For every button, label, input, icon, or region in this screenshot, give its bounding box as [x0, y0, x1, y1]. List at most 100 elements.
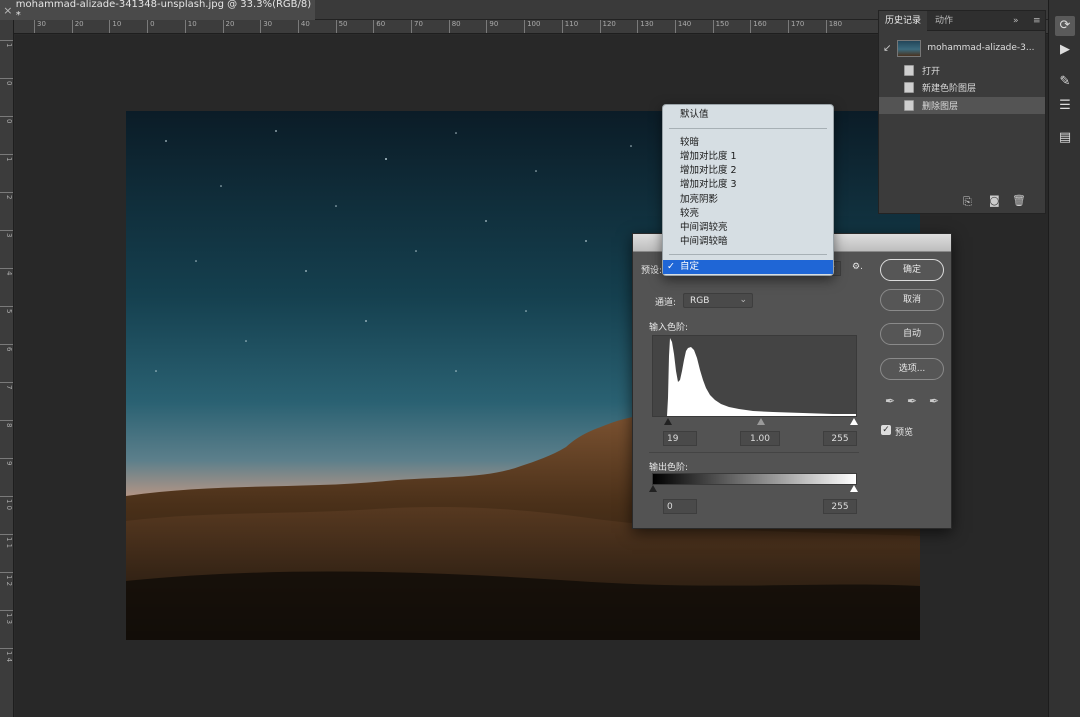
input-white-field[interactable]: 255	[823, 431, 857, 446]
ruler-tick-label: 150	[712, 20, 729, 33]
ruler-tick-label: 160	[750, 20, 767, 33]
menu-item[interactable]: 较亮	[663, 207, 833, 221]
ruler-tick-label: 1	[0, 154, 13, 161]
ruler-tick-label: 30	[260, 20, 272, 33]
properties-icon[interactable]: ▤	[1055, 128, 1075, 148]
vertical-ruler[interactable]: 1001234567891 01 11 21 31 4	[0, 20, 14, 717]
ruler-tick-label: 10	[184, 20, 197, 33]
ruler-tick-label: 130	[637, 20, 654, 33]
trash-icon[interactable]: 🗑	[1012, 194, 1026, 207]
channel-label: 通道:	[655, 298, 677, 308]
ruler-tick-label: 2	[0, 192, 13, 199]
play-icon[interactable]: ▶	[1055, 40, 1075, 60]
ruler-tick-label: 1 1	[0, 534, 13, 548]
output-gradient-bar	[652, 473, 857, 485]
output-levels-label: 输出色阶:	[649, 463, 689, 473]
history-panel-tabs: 历史记录 动作 » ≡	[879, 11, 1045, 31]
panel-expand-icon[interactable]: »	[1007, 11, 1025, 31]
history-state-icon	[904, 100, 914, 111]
ruler-tick-label: 180	[825, 20, 842, 33]
right-dock-toolbar: ⟳ ▶ ✎ ☰ ▤	[1048, 0, 1080, 717]
options-button[interactable]: 选项...	[880, 358, 944, 380]
menu-item[interactable]: 加亮阴影	[663, 193, 833, 207]
menu-item[interactable]: 增加对比度 2	[663, 164, 833, 178]
channel-select[interactable]: RGB ⌄	[683, 293, 753, 308]
camera-icon[interactable]: ◙	[989, 194, 1000, 207]
ruler-tick-label: 20	[222, 20, 234, 33]
white-eyedropper-icon[interactable]: ✒	[929, 394, 939, 408]
ruler-tick-label: 30	[34, 20, 46, 33]
ruler-tick-label: 50	[335, 20, 348, 33]
history-brush-source-icon[interactable]: ↙	[883, 43, 891, 54]
ruler-tick-label: 20	[71, 20, 84, 33]
chevron-down-icon: ⌄	[739, 295, 747, 305]
levels-dialog: 预设: ⌄ ⚙. 通道: RGB ⌄ 输入色阶: 19 1.00 255 输出色…	[632, 233, 952, 529]
levels-histogram	[652, 335, 857, 417]
preview-checkbox[interactable]: ✓	[881, 425, 891, 435]
snapshot-label: mohammad-alizade-3...	[927, 43, 1035, 53]
ok-button[interactable]: 确定	[880, 259, 944, 281]
menu-separator	[669, 128, 827, 129]
ruler-tick-label: 5	[0, 306, 13, 313]
ruler-tick-label: 170	[788, 20, 804, 33]
menu-item-default[interactable]: 默认值	[663, 108, 833, 122]
input-black-slider[interactable]	[664, 418, 672, 425]
ruler-tick-label: 1 3	[0, 610, 13, 624]
input-gamma-field[interactable]: 1.00	[740, 431, 780, 446]
black-eyedropper-icon[interactable]: ✒	[885, 394, 895, 408]
cancel-button[interactable]: 取消	[880, 289, 944, 311]
tab-actions[interactable]: 动作	[929, 11, 959, 31]
history-state-icon	[904, 82, 914, 93]
histogram-graph	[667, 338, 856, 416]
ruler-tick-label: 1 4	[0, 648, 13, 662]
ruler-tick-label: 4	[0, 268, 13, 275]
ruler-tick-label: 90	[486, 20, 498, 33]
output-white-slider[interactable]	[850, 485, 858, 492]
history-state[interactable]: 打开	[879, 62, 1045, 79]
menu-item[interactable]: 增加对比度 1	[663, 150, 833, 164]
gear-icon[interactable]: ⚙.	[852, 262, 863, 272]
preview-label: 预览	[895, 428, 914, 438]
menu-separator	[669, 254, 827, 255]
ruler-tick-label: 110	[561, 20, 578, 33]
gray-eyedropper-icon[interactable]: ✒	[907, 394, 917, 408]
input-gamma-slider[interactable]	[757, 418, 765, 425]
history-state[interactable]: 新建色阶图层	[879, 79, 1045, 96]
ruler-tick-label: 120	[599, 20, 616, 33]
ruler-tick-label: 80	[448, 20, 461, 33]
input-white-slider[interactable]	[850, 418, 858, 425]
ruler-tick-label: 3	[0, 230, 13, 237]
menu-item[interactable]: 中间调较亮	[663, 221, 833, 235]
output-black-slider[interactable]	[649, 485, 657, 492]
ruler-tick-label: 60	[373, 20, 385, 33]
tab-history[interactable]: 历史记录	[879, 11, 928, 31]
document-tab[interactable]: × mohammad-alizade-341348-unsplash.jpg @…	[0, 0, 315, 21]
menu-item[interactable]: 中间调较暗	[663, 235, 833, 249]
brush-tool-icon[interactable]: ✎	[1055, 72, 1075, 92]
history-state-selected[interactable]: 删除图层	[879, 97, 1045, 114]
snapshot-thumbnail	[897, 39, 922, 57]
adjustments-icon[interactable]: ☰	[1055, 96, 1075, 116]
output-black-field[interactable]: 0	[663, 499, 697, 514]
history-brush-icon[interactable]: ⟳	[1055, 16, 1075, 36]
ruler-tick-label: 8	[0, 420, 13, 427]
ruler-tick-label: 7	[0, 382, 13, 389]
history-snapshot[interactable]: ↙ mohammad-alizade-3...	[879, 37, 1045, 59]
history-state-label: 新建色阶图层	[922, 84, 977, 94]
input-black-field[interactable]: 19	[663, 431, 697, 446]
close-tab-icon[interactable]: ×	[0, 4, 16, 17]
menu-item-selected[interactable]: ✓ 自定	[663, 260, 833, 274]
menu-item[interactable]: 增加对比度 3	[663, 178, 833, 192]
ruler-tick-label: 40	[297, 20, 310, 33]
panel-menu-icon[interactable]: ≡	[1027, 11, 1047, 31]
checkmark-icon: ✓	[667, 261, 675, 272]
history-state-icon	[904, 65, 914, 76]
preset-label: 预设:	[641, 266, 663, 276]
ruler-tick-label: 100	[524, 20, 540, 33]
output-white-field[interactable]: 255	[823, 499, 857, 514]
menu-item[interactable]: 较暗	[663, 136, 833, 150]
document-tab-title: mohammad-alizade-341348-unsplash.jpg @ 3…	[15, 0, 312, 21]
auto-button[interactable]: 自动	[880, 323, 944, 345]
channel-value: RGB	[690, 296, 710, 306]
new-document-from-state-icon[interactable]: ⎘	[963, 195, 972, 209]
